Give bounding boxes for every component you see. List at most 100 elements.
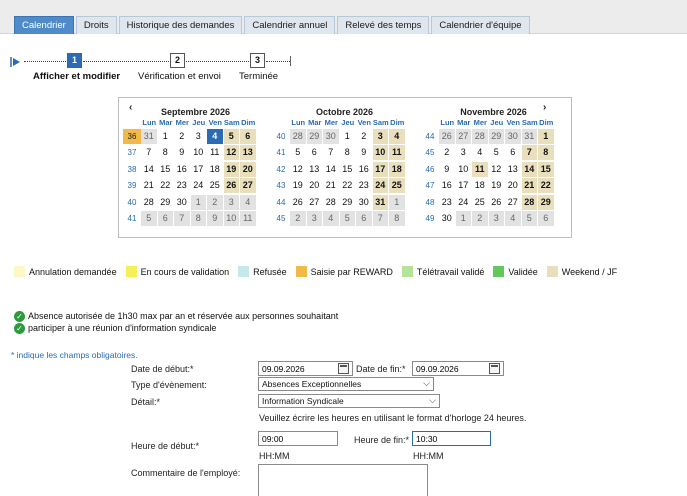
calendar-day[interactable]: 15: [340, 162, 356, 177]
calendar-day[interactable]: 25: [472, 195, 488, 210]
calendar-day[interactable]: 8: [158, 145, 174, 160]
calendar-day[interactable]: 11: [207, 145, 223, 160]
calendar-day[interactable]: 4: [389, 128, 405, 144]
calendar-day[interactable]: 23: [174, 178, 190, 193]
calendar-day[interactable]: 29: [158, 195, 174, 210]
end-date-calendar-icon[interactable]: [489, 363, 500, 374]
calendar-day[interactable]: 7: [323, 145, 339, 160]
calendar-day[interactable]: 16: [174, 162, 190, 177]
calendar-day[interactable]: 14: [521, 161, 537, 177]
start-date-calendar-icon[interactable]: [338, 363, 349, 374]
calendar-day[interactable]: 5: [141, 211, 157, 227]
calendar-day[interactable]: 18: [207, 162, 223, 177]
calendar-day[interactable]: 20: [240, 161, 256, 177]
calendar-day[interactable]: 30: [439, 211, 455, 226]
calendar-day[interactable]: 18: [472, 178, 488, 193]
comment-textarea[interactable]: [258, 464, 428, 496]
calendar-day[interactable]: 14: [141, 162, 157, 177]
calendar-day[interactable]: 4: [505, 211, 521, 227]
calendar-day[interactable]: 8: [389, 211, 405, 227]
calendar-day[interactable]: 6: [307, 145, 323, 160]
calendar-day[interactable]: 12: [489, 162, 505, 177]
calendar-day[interactable]: 5: [339, 211, 355, 227]
calendar-day[interactable]: 16: [439, 178, 455, 193]
tab-4[interactable]: Relevé des temps: [337, 16, 430, 34]
calendar-day[interactable]: 9: [356, 145, 372, 160]
calendar-day[interactable]: 21: [141, 178, 157, 193]
calendar-day[interactable]: 1: [389, 194, 405, 210]
calendar-day[interactable]: 11: [472, 161, 488, 177]
calendar-day[interactable]: 27: [307, 195, 323, 210]
calendar-day[interactable]: 6: [356, 211, 372, 227]
calendar-day[interactable]: 7: [174, 211, 190, 227]
calendar-day[interactable]: 5: [223, 128, 239, 144]
end-time-input[interactable]: [412, 431, 491, 446]
calendar-day[interactable]: 22: [158, 178, 174, 193]
calendar-day[interactable]: 2: [207, 194, 223, 210]
calendar-day[interactable]: 7: [141, 145, 157, 160]
calendar-day[interactable]: 31: [141, 128, 157, 144]
calendar-day[interactable]: 23: [439, 195, 455, 210]
calendar-day[interactable]: 28: [323, 195, 339, 210]
tab-5[interactable]: Calendrier d'équipe: [431, 16, 530, 34]
calendar-day[interactable]: 9: [207, 211, 223, 227]
calendar-day[interactable]: 19: [489, 178, 505, 193]
calendar-day[interactable]: 24: [191, 178, 207, 193]
calendar-day[interactable]: 3: [306, 211, 322, 227]
calendar-day[interactable]: 28: [472, 128, 488, 144]
calendar-day[interactable]: 1: [340, 129, 356, 144]
calendar-day[interactable]: 3: [191, 129, 207, 144]
calendar-day[interactable]: 28: [521, 194, 537, 210]
calendar-day-selected[interactable]: 4: [207, 128, 223, 144]
calendar-day[interactable]: 31: [372, 194, 388, 210]
calendar-day[interactable]: 24: [372, 178, 388, 194]
calendar-day[interactable]: 31: [521, 128, 537, 144]
calendar-day[interactable]: 20: [505, 178, 521, 193]
calendar-day[interactable]: 26: [223, 178, 239, 194]
calendar-day[interactable]: 9: [439, 162, 455, 177]
calendar-day[interactable]: 11: [389, 145, 405, 161]
calendar-day[interactable]: 3: [372, 128, 388, 144]
calendar-day[interactable]: 4: [240, 194, 256, 210]
calendar-day[interactable]: 30: [505, 128, 521, 144]
calendar-day[interactable]: 27: [505, 195, 521, 210]
calendar-day[interactable]: 26: [489, 195, 505, 210]
calendar-day[interactable]: 25: [389, 178, 405, 194]
calendar-day[interactable]: 2: [472, 211, 488, 227]
calendar-day[interactable]: 7: [372, 211, 388, 227]
calendar-day[interactable]: 3: [223, 194, 239, 210]
calendar-day[interactable]: 20: [307, 178, 323, 193]
calendar-day[interactable]: 29: [340, 195, 356, 210]
calendar-day[interactable]: 10: [456, 162, 472, 177]
calendar-day[interactable]: 19: [223, 161, 239, 177]
calendar-day[interactable]: 7: [521, 145, 537, 161]
calendar-day[interactable]: 27: [455, 128, 471, 144]
calendar-day[interactable]: 30: [323, 128, 339, 144]
calendar-day[interactable]: 17: [191, 162, 207, 177]
calendar-day[interactable]: 24: [456, 195, 472, 210]
calendar-day[interactable]: 6: [538, 211, 554, 227]
calendar-day[interactable]: 19: [290, 178, 306, 193]
calendar-day[interactable]: 25: [207, 178, 223, 193]
calendar-day[interactable]: 21: [521, 178, 537, 194]
calendar-day[interactable]: 6: [157, 211, 173, 227]
tab-0[interactable]: Calendrier: [14, 16, 74, 34]
calendar-day[interactable]: 6: [240, 128, 256, 144]
calendar-day[interactable]: 5: [290, 145, 306, 160]
tab-1[interactable]: Droits: [75, 16, 117, 34]
calendar-day[interactable]: 4: [323, 211, 339, 227]
calendar-day[interactable]: 29: [538, 194, 554, 210]
calendar-day[interactable]: 22: [538, 178, 554, 194]
calendar-day[interactable]: 17: [372, 161, 388, 177]
calendar-day[interactable]: 13: [505, 162, 521, 177]
calendar-day[interactable]: 2: [290, 211, 306, 227]
calendar-day[interactable]: 6: [505, 145, 521, 160]
calendar-day[interactable]: 28: [290, 128, 306, 144]
calendar-day[interactable]: 10: [372, 145, 388, 161]
calendar-day[interactable]: 18: [389, 161, 405, 177]
start-time-input[interactable]: [258, 431, 338, 446]
calendar-day[interactable]: 8: [538, 145, 554, 161]
calendar-day[interactable]: 5: [489, 145, 505, 160]
calendar-day[interactable]: 16: [356, 162, 372, 177]
calendar-day[interactable]: 26: [290, 195, 306, 210]
